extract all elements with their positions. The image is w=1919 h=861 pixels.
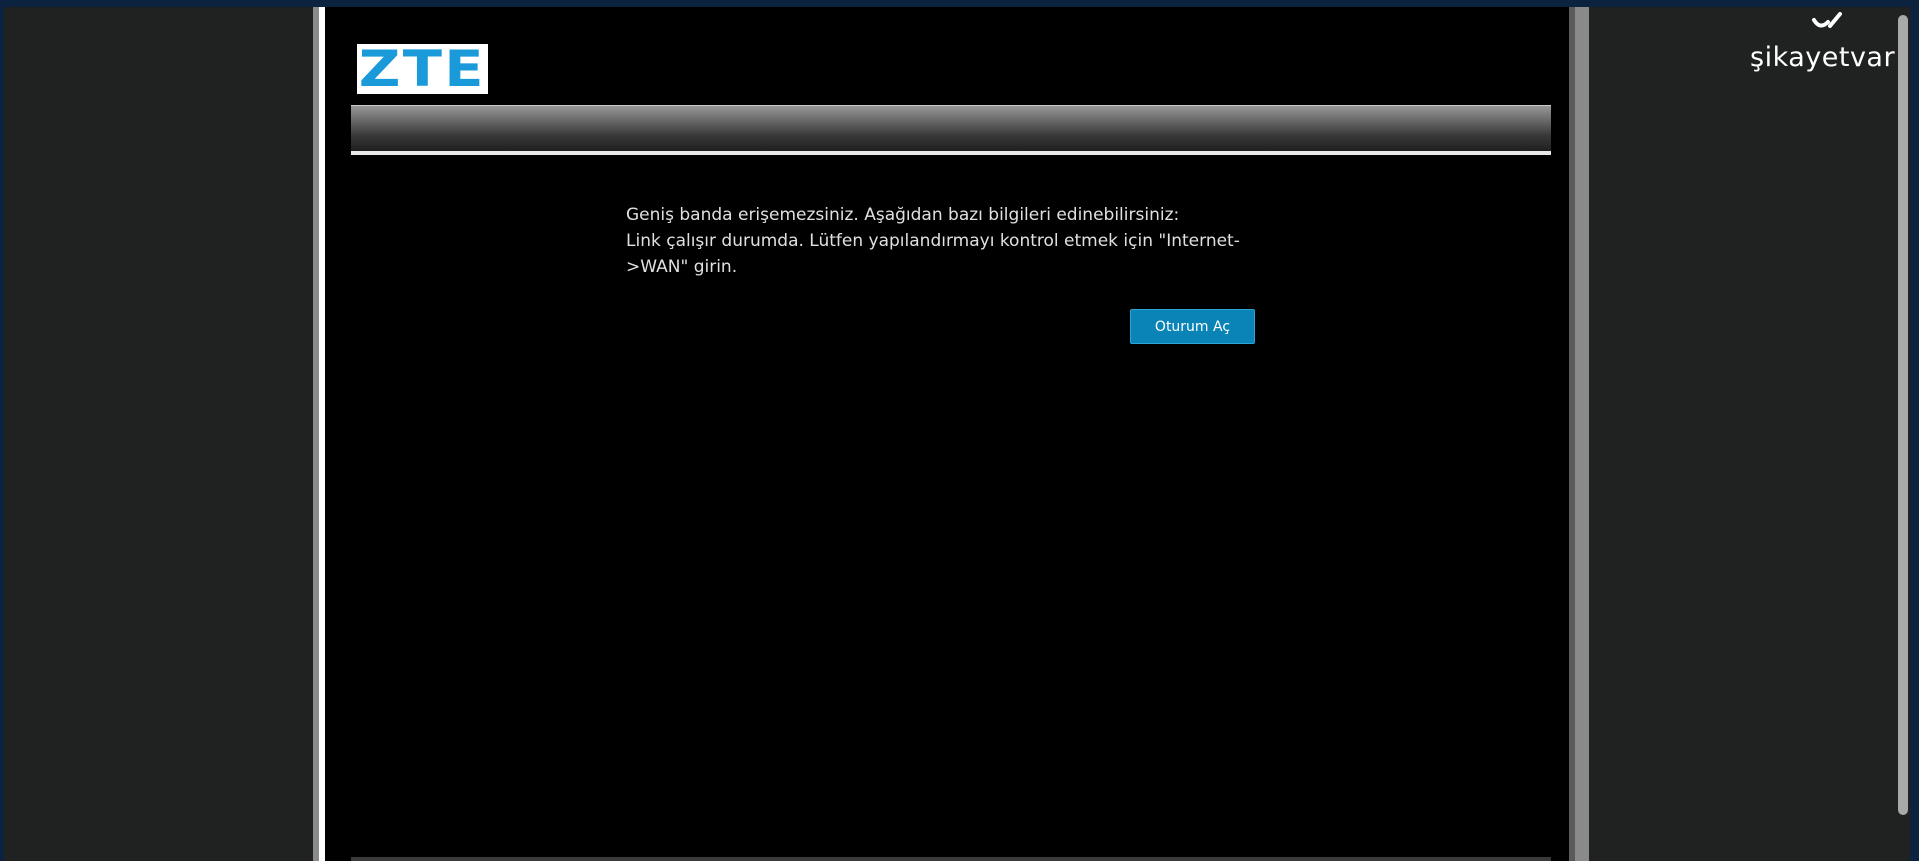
header-bar bbox=[351, 105, 1551, 155]
status-message-line-3: >WAN" girin. bbox=[626, 257, 738, 277]
status-message-line-1: Geniş banda erişemezsiniz. Aşağıdan bazı… bbox=[626, 205, 1180, 225]
page-border-right bbox=[1569, 7, 1575, 861]
router-page: ZTE Geniş banda erişemezsiniz. Aşağıdan … bbox=[325, 7, 1569, 861]
status-message: Geniş banda erişemezsiniz. Aşağıdan bazı… bbox=[626, 202, 1286, 280]
footer-divider bbox=[351, 857, 1551, 861]
status-message-line-2: Link çalışır durumda. Lütfen yapılandırm… bbox=[626, 231, 1240, 251]
vertical-scrollbar[interactable] bbox=[1895, 7, 1910, 861]
zte-logo-text: ZTE bbox=[358, 40, 487, 98]
sikayetvar-watermark: şikayetvar bbox=[1750, 12, 1910, 82]
router-page-container: ZTE Geniş banda erişemezsiniz. Aşağıdan … bbox=[313, 7, 1589, 861]
sikayetvar-watermark-text: şikayetvar bbox=[1750, 42, 1896, 73]
sikayetvar-logo-icon bbox=[1812, 12, 1842, 28]
zte-logo: ZTE bbox=[357, 44, 488, 94]
scrollbar-thumb[interactable] bbox=[1898, 15, 1908, 815]
login-button[interactable]: Oturum Aç bbox=[1130, 309, 1255, 344]
